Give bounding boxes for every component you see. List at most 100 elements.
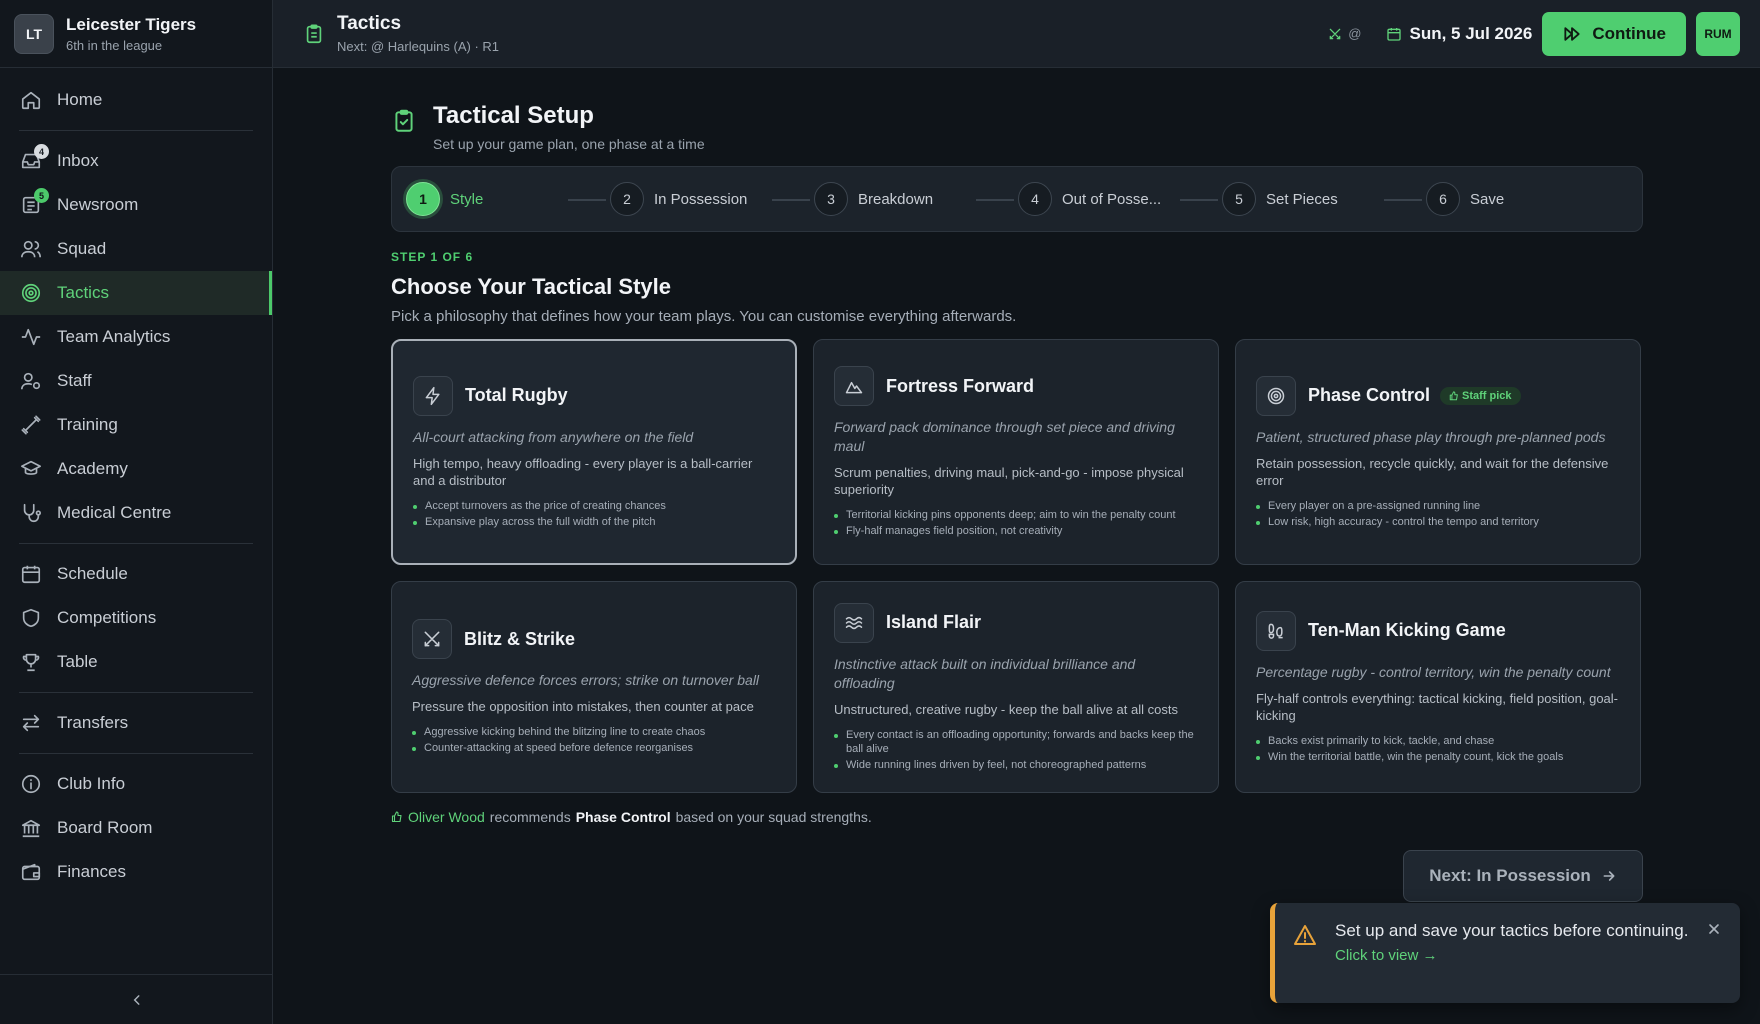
style-card-phase-control[interactable]: Phase Control Staff pick Patient, struct… [1235,339,1641,565]
club-logo: LT [14,13,54,54]
card-point: Backs exist primarily to kick, tackle, a… [1256,734,1620,748]
card-tagline: Forward pack dominance through set piece… [834,419,1175,454]
sidebar-nav: Home 4 Inbox 5 Newsroom Squad Tactics Te… [0,68,272,894]
sidebar-item-medical-centre[interactable]: Medical Centre [0,491,272,535]
chevron-left-icon [130,993,144,1007]
sidebar-item-academy[interactable]: Academy [0,447,272,491]
inbox-badge: 4 [34,144,49,159]
top-bar: Tactics Next: @ Harlequins (A) · R1 @ Su… [273,0,1760,68]
staff-pick-badge: Staff pick [1440,386,1521,405]
newsroom-badge: 5 [34,188,49,203]
activity-icon [20,326,42,348]
club-header[interactable]: LT Leicester Tigers 6th in the league [0,0,272,68]
step-set-pieces[interactable]: 5 Set Pieces [1222,182,1426,216]
fast-forward-icon [1562,24,1582,44]
card-point: Every player on a pre-assigned running l… [1256,499,1620,513]
mountain-icon [834,366,874,406]
sidebar-item-newsroom[interactable]: 5 Newsroom [0,183,272,227]
arrows-icon [20,712,42,734]
card-tagline: Instinctive attack built on individual b… [834,655,1136,691]
step-connector [1180,199,1218,201]
sidebar-item-schedule[interactable]: Schedule [0,552,272,596]
bank-icon [20,817,42,839]
tactical-setup-header: Tactical Setup Set up your game plan, on… [391,102,1643,152]
footprints-icon [1256,610,1296,651]
continue-button[interactable]: Continue [1542,11,1686,56]
card-tagline: Patient, structured phase play through p… [1256,428,1606,445]
style-card-total-rugby[interactable]: Total Rugby All-court attacking from any… [391,339,797,565]
step-label: Save [1470,190,1505,208]
sidebar-item-label: Tactics [57,283,109,302]
step-number: 1 [406,182,440,216]
card-points: Backs exist primarily to kick, tackle, a… [1256,732,1620,764]
trophy-icon [20,651,42,673]
warning-icon [1293,923,1317,947]
step-breakdown[interactable]: 3 Breakdown [814,182,1018,216]
club-name: Leicester Tigers [66,14,197,34]
step-label: Out of Posse... [1062,190,1162,208]
style-card-ten-man-kicking[interactable]: Ten-Man Kicking Game Percentage rugby - … [1235,581,1641,793]
user-cog-icon [20,370,42,392]
sidebar-item-label: Training [57,415,118,434]
sidebar-item-home[interactable]: Home [0,78,272,122]
staff-pick-label: Staff pick [1462,389,1512,402]
info-icon [20,773,42,795]
waves-icon [834,602,874,643]
user-avatar[interactable]: RUM [1696,11,1740,56]
sidebar-item-label: Finances [57,862,126,881]
sidebar-item-label: Schedule [57,564,128,583]
calendar-icon [1386,26,1402,42]
sidebar-item-staff[interactable]: Staff [0,359,272,403]
card-description: Scrum penalties, driving maul, pick-and-… [834,465,1184,497]
sidebar-item-tactics[interactable]: Tactics [0,271,272,315]
card-description: High tempo, heavy offloading - every pla… [413,455,753,488]
sidebar-item-board-room[interactable]: Board Room [0,806,272,850]
step-save[interactable]: 6 Save [1426,182,1630,216]
clipboard-check-icon [391,108,417,134]
card-point: Counter-attacking at speed before defenc… [412,741,776,755]
card-description: Retain possession, recycle quickly, and … [1256,455,1609,488]
sidebar-item-table[interactable]: Table [0,640,272,684]
collapse-sidebar-button[interactable] [0,974,273,1024]
lightning-icon [413,375,453,416]
sidebar-item-squad[interactable]: Squad [0,227,272,271]
step-style[interactable]: 1 Style [406,182,610,216]
card-points: Territorial kicking pins opponents deep;… [834,506,1198,538]
card-tagline: Aggressive defence forces errors; strike… [412,672,760,688]
sidebar-item-transfers[interactable]: Transfers [0,701,272,745]
graduation-cap-icon [20,458,42,480]
sidebar-item-label: Squad [57,239,107,258]
thumbs-up-icon [391,811,403,823]
swords-icon [1328,27,1342,41]
sidebar-item-club-info[interactable]: Club Info [0,762,272,806]
toast-view-link[interactable]: Click to view → [1335,947,1706,964]
step-out-of-possession[interactable]: 4 Out of Posse... [1018,182,1222,216]
sidebar-item-inbox[interactable]: 4 Inbox [0,139,272,183]
step-in-possession[interactable]: 2 In Possession [610,182,814,216]
staff-recommendation: Oliver Wood recommends Phase Control bas… [391,809,1643,825]
step-number: 4 [1018,182,1052,216]
style-card-fortress-forward[interactable]: Fortress Forward Forward pack dominance … [813,339,1219,565]
style-section-subtitle: Pick a philosophy that defines how your … [391,308,1017,325]
style-card-island-flair[interactable]: Island Flair Instinctive attack built on… [813,581,1219,793]
card-description: Unstructured, creative rugby - keep the … [834,701,1178,717]
sidebar-item-label: Competitions [57,608,157,627]
toast-message: Set up and save your tactics before cont… [1335,921,1689,940]
style-card-blitz-strike[interactable]: Blitz & Strike Aggressive defence forces… [391,581,797,793]
card-points: Every player on a pre-assigned running l… [1256,497,1620,529]
step-label: In Possession [654,190,748,208]
recommended-style: Phase Control [575,809,671,825]
sidebar-item-training[interactable]: Training [0,403,272,447]
card-point: Every contact is an offloading opportuni… [834,728,1198,756]
sidebar-item-team-analytics[interactable]: Team Analytics [0,315,272,359]
card-description: Pressure the opposition into mistakes, t… [412,699,754,714]
sidebar-item-label: Medical Centre [57,503,172,522]
close-icon[interactable] [1706,921,1722,937]
sidebar-item-label: Academy [57,459,128,478]
sidebar-item-competitions[interactable]: Competitions [0,596,272,640]
dumbbell-icon [20,414,42,436]
next-step-button[interactable]: Next: In Possession [1403,850,1643,902]
step-connector [772,199,810,201]
sidebar-item-finances[interactable]: Finances [0,850,272,894]
page-title: Tactics [337,13,402,34]
